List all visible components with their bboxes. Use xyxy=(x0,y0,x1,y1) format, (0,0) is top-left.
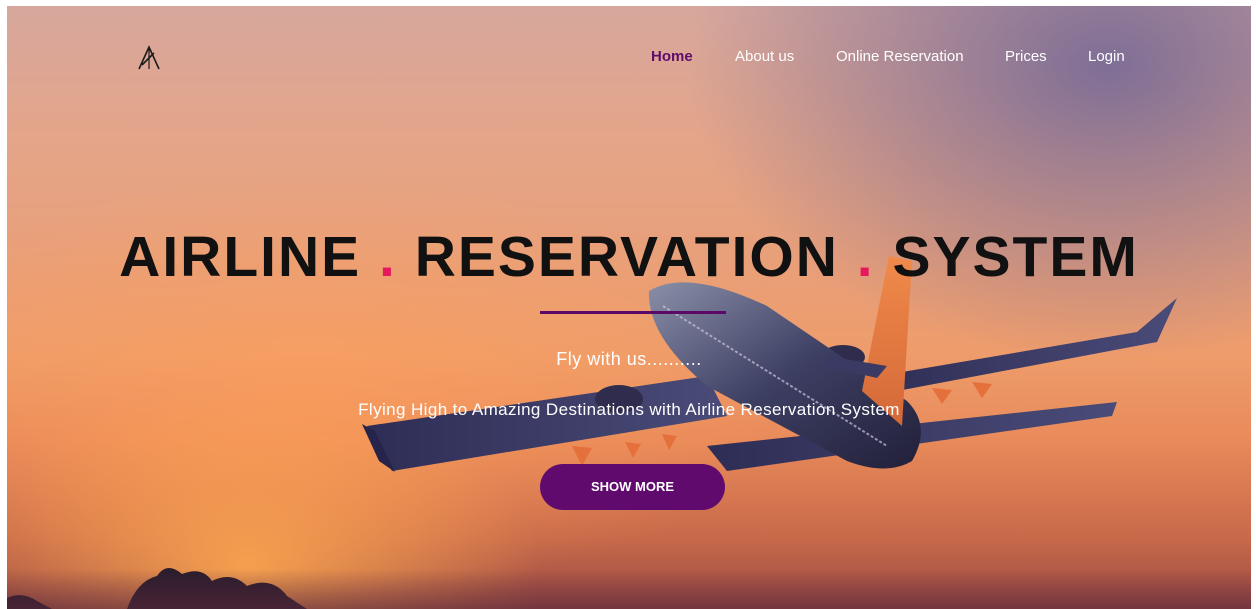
nav-online-reservation-link[interactable]: Online Reservation xyxy=(836,48,964,65)
hero-tagline: Fly with us.......... xyxy=(556,349,702,369)
title-word-airline: AIRLINE xyxy=(119,225,362,289)
title-word-system: SYSTEM xyxy=(892,225,1139,289)
horizon-clouds xyxy=(7,569,1251,609)
nav-home-link[interactable]: Home xyxy=(651,48,693,65)
page-title: AIRLINE . RESERVATION . SYSTEM xyxy=(7,224,1251,290)
main-nav: Home About us Online Reservation Prices … xyxy=(7,48,1251,70)
nav-login-link[interactable]: Login xyxy=(1088,48,1125,65)
airplane-image xyxy=(7,256,1177,609)
nav-prices-link[interactable]: Prices xyxy=(1005,48,1047,65)
show-more-button[interactable]: SHOW MORE xyxy=(540,464,725,510)
hero-subline: Flying High to Amazing Destinations with… xyxy=(358,400,900,419)
title-separator-dot: . xyxy=(856,225,875,289)
title-word-reservation: RESERVATION xyxy=(414,225,839,289)
title-separator-dot: . xyxy=(379,225,397,289)
title-divider xyxy=(540,311,726,314)
hero-section: Home About us Online Reservation Prices … xyxy=(7,6,1251,609)
nav-about-us-link[interactable]: About us xyxy=(735,48,794,65)
